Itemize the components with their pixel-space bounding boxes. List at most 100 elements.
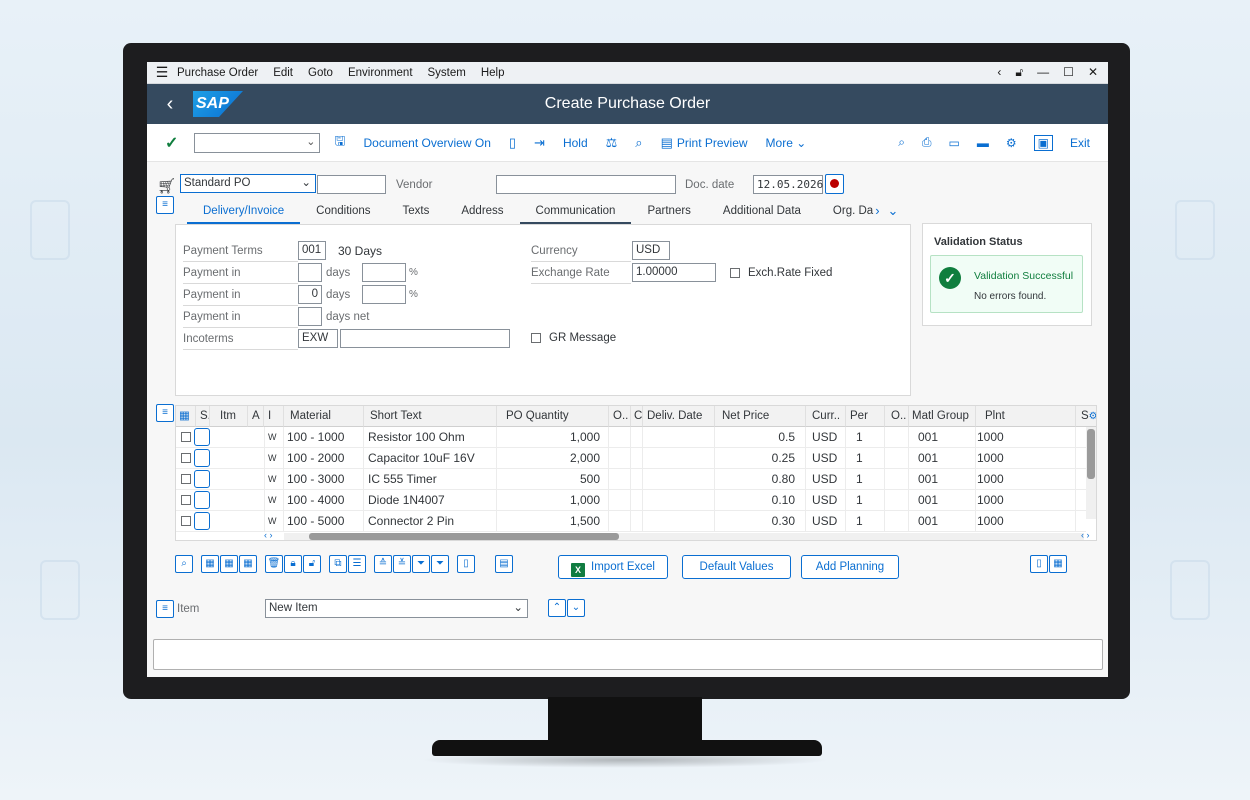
clear-filter-icon[interactable]: ⏷	[431, 555, 449, 573]
cell-net-price[interactable]: 0.80	[715, 469, 806, 490]
record-button[interactable]	[825, 174, 844, 194]
cell-net-price[interactable]: 0.30	[715, 511, 806, 532]
row-select-checkbox[interactable]	[181, 432, 191, 442]
horizontal-scrollbar[interactable]	[284, 533, 1084, 540]
row-detail-button[interactable]	[194, 491, 210, 509]
cell-po-quantity[interactable]: 2,000	[497, 448, 609, 469]
tab-texts[interactable]: Texts	[387, 202, 446, 224]
print-icon[interactable]: ⎙	[922, 135, 932, 150]
row-detail-button[interactable]	[194, 428, 210, 446]
cell-matl-group[interactable]: 001	[909, 427, 976, 448]
cell-po-quantity[interactable]: 1,000	[497, 427, 609, 448]
cell-material[interactable]: 100 - 1000	[284, 427, 364, 448]
import-excel-button[interactable]: X Import Excel	[558, 555, 668, 579]
maximize-icon[interactable]: ☐	[1063, 65, 1074, 80]
row-detail-button[interactable]	[194, 449, 210, 467]
messages-icon[interactable]: ⌕	[635, 135, 642, 151]
collapse-item-detail-icon[interactable]: ≡	[156, 600, 174, 618]
payment-in-net-days-field[interactable]	[298, 307, 322, 326]
scroll-left-right-icon[interactable]: ‹ ›	[264, 530, 273, 540]
lock-icon[interactable]: 🔓︎	[1015, 65, 1023, 80]
layout-icon[interactable]: ▣	[1033, 134, 1053, 151]
insert-row-icon[interactable]: ☰	[348, 555, 366, 573]
cell-po-quantity[interactable]: 1,000	[497, 490, 609, 511]
row-select-checkbox[interactable]	[181, 495, 191, 505]
cell-per[interactable]: 1	[846, 469, 885, 490]
cell-deliv-date[interactable]	[643, 469, 715, 490]
hold-button[interactable]: Hold	[563, 136, 588, 150]
cell-plant[interactable]: 1000	[976, 427, 1076, 448]
cell-per[interactable]: 1	[846, 427, 885, 448]
cell-short-text[interactable]: IC 555 Timer	[364, 469, 497, 490]
cell-date-category[interactable]	[631, 448, 643, 469]
hamburger-menu-icon[interactable]: ☰	[147, 64, 177, 81]
scroll-right-icon[interactable]: ‹ ›	[1081, 530, 1090, 540]
col-header-order-price-unit[interactable]: O..	[885, 406, 909, 427]
command-field[interactable]: ⌄	[194, 132, 321, 153]
po-type-dropdown[interactable]: Standard PO ⌄	[180, 174, 316, 193]
payment-in-days-field[interactable]: 0	[298, 285, 322, 304]
tab-partners[interactable]: Partners	[631, 202, 706, 224]
chevron-right-icon[interactable]: ›	[875, 202, 879, 224]
menu-goto[interactable]: Goto	[308, 67, 333, 79]
cell-plant[interactable]: 1000	[976, 511, 1076, 532]
cell-net-price[interactable]: 0.5	[715, 427, 806, 448]
cell-net-price[interactable]: 0.25	[715, 448, 806, 469]
back-arrow-icon[interactable]: ‹	[997, 65, 1001, 80]
document-overview-button[interactable]: Document Overview On	[363, 136, 490, 150]
cell-currency[interactable]: USD	[806, 469, 846, 490]
menu-environment[interactable]: Environment	[348, 67, 413, 79]
exchange-rate-field[interactable]: 1.00000	[632, 263, 716, 282]
cell-per[interactable]: 1	[846, 490, 885, 511]
doc-date-field[interactable]: 12.05.2026	[753, 175, 823, 194]
select-block-icon[interactable]: ▦	[220, 555, 238, 573]
payment-terms-code-field[interactable]: 001	[298, 241, 326, 260]
col-header-po-quantity[interactable]: PO Quantity	[497, 406, 609, 427]
cell-deliv-date[interactable]	[643, 448, 715, 469]
cell-net-price[interactable]: 0.10	[715, 490, 806, 511]
cell-po-quantity[interactable]: 500	[497, 469, 609, 490]
exch-rate-fixed-checkbox[interactable]	[730, 268, 740, 278]
cell-matl-group[interactable]: 001	[909, 490, 976, 511]
col-header-material[interactable]: Material	[284, 406, 364, 427]
cell-order-price-unit[interactable]	[885, 469, 909, 490]
vertical-scrollbar[interactable]	[1086, 427, 1096, 519]
col-header-deliv-date[interactable]: Deliv. Date	[643, 406, 715, 427]
default-values-button[interactable]: Default Values	[682, 555, 791, 579]
col-header-matl-group[interactable]: Matl Group	[909, 406, 976, 427]
col-header-order-unit[interactable]: O..	[609, 406, 631, 427]
table-row[interactable]: W 100 - 1000 Resistor 100 Ohm 1,000 0.5 …	[176, 427, 1086, 448]
row-select-checkbox[interactable]	[181, 474, 191, 484]
cell-matl-group[interactable]: 001	[909, 511, 976, 532]
cell-po-quantity[interactable]: 1,500	[497, 511, 609, 532]
tab-additional-data[interactable]: Additional Data	[707, 202, 817, 224]
delete-icon[interactable]: 🗑︎	[265, 555, 283, 573]
cell-material[interactable]: 100 - 4000	[284, 490, 364, 511]
back-button[interactable]: ‹	[147, 93, 193, 116]
table-row[interactable]: W 100 - 2000 Capacitor 10uF 16V 2,000 0.…	[176, 448, 1086, 469]
menu-purchase-order[interactable]: Purchase Order	[177, 67, 258, 79]
close-icon[interactable]: ✕	[1088, 65, 1098, 80]
add-planning-button[interactable]: Add Planning	[801, 555, 899, 579]
menu-system[interactable]: System	[428, 67, 466, 79]
cell-currency[interactable]: USD	[806, 448, 846, 469]
tab-org-data[interactable]: Org. Da	[817, 202, 875, 224]
search-icon[interactable]: ⌕	[898, 135, 905, 150]
zoom-icon[interactable]: ⌕	[175, 555, 193, 573]
col-header-plant[interactable]: Plnt	[976, 406, 1076, 427]
previous-item-button[interactable]: ⌃	[548, 599, 566, 617]
cell-matl-group[interactable]: 001	[909, 469, 976, 490]
horizontal-scroll-thumb[interactable]	[309, 533, 619, 540]
settings-icon[interactable]: ⚙︎	[1006, 136, 1017, 150]
more-button[interactable]: More ⌄	[766, 136, 807, 150]
sort-descending-icon[interactable]: ≚	[393, 555, 411, 573]
cell-plant[interactable]: 1000	[976, 469, 1076, 490]
lock-icon[interactable]: 🔒︎	[284, 555, 302, 573]
cell-material[interactable]: 100 - 2000	[284, 448, 364, 469]
payment-in-days-field[interactable]	[298, 263, 322, 282]
collapse-header-icon[interactable]: ≡	[156, 196, 174, 214]
table-settings-icon[interactable]: ▦	[176, 406, 196, 427]
cell-date-category[interactable]	[631, 427, 643, 448]
col-header-item[interactable]: Itm	[210, 406, 248, 427]
layout-icon[interactable]: ▦	[1049, 555, 1067, 573]
